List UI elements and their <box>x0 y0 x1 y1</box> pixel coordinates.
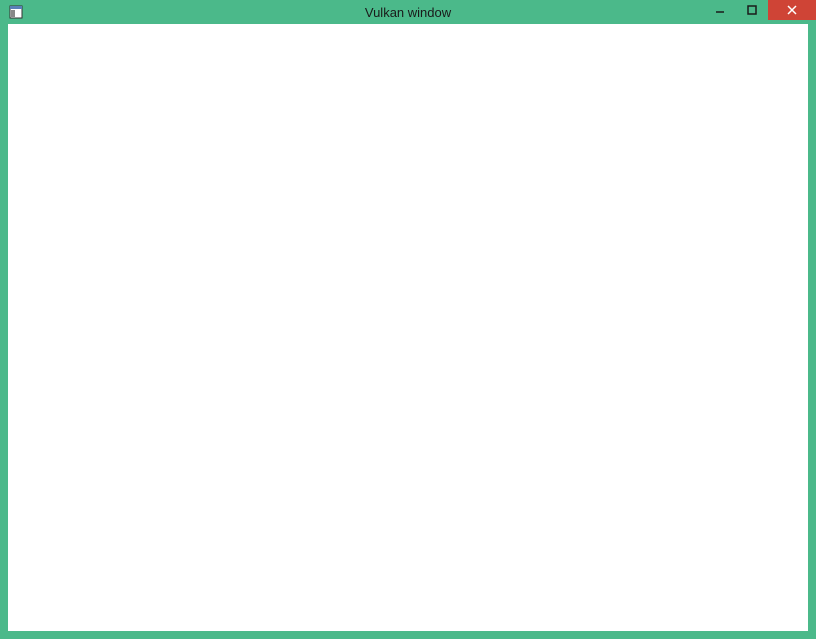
app-icon <box>8 4 24 20</box>
maximize-button[interactable] <box>736 0 768 20</box>
minimize-button[interactable] <box>704 0 736 20</box>
window-frame: Vulkan window <box>0 0 816 639</box>
window-title: Vulkan window <box>365 5 451 20</box>
titlebar[interactable]: Vulkan window <box>0 0 816 24</box>
close-button[interactable] <box>768 0 816 20</box>
client-area <box>8 24 808 631</box>
window-controls <box>704 0 816 24</box>
